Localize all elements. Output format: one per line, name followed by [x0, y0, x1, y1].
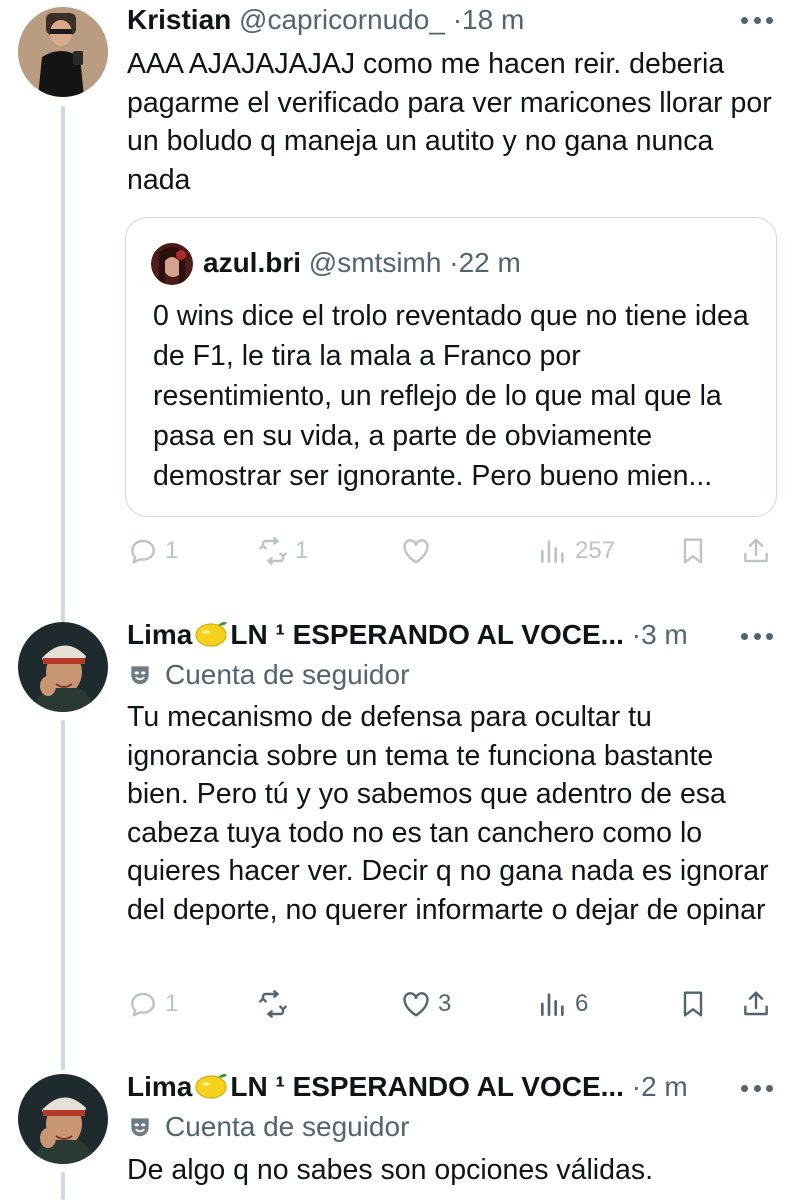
tweet-text: AAA AJAJAJAJAJ como me hacen reir. deber… — [127, 48, 772, 196]
thread-line — [61, 1172, 65, 1200]
retweet-count: 1 — [295, 537, 309, 564]
bookmark-button[interactable] — [677, 531, 709, 571]
share-button[interactable] — [740, 984, 772, 1024]
like-button[interactable]: 3 — [400, 984, 451, 1024]
quote-username: @smtsimh — [308, 247, 442, 278]
retweet-button[interactable]: 1 — [257, 531, 308, 571]
heart-icon — [403, 992, 429, 1017]
more-icon[interactable] — [741, 630, 773, 642]
badge-label: Cuenta de seguidor — [165, 659, 410, 690]
views-icon — [541, 993, 564, 1016]
reply-button[interactable]: 1 — [127, 984, 178, 1024]
tweet-header: Kristian @capricornudo_ ·18 m — [127, 2, 524, 38]
tweet-text: Tu mecanismo de defensa para ocultar tu … — [127, 701, 769, 926]
retweet-button[interactable] — [257, 984, 295, 1024]
avatar[interactable] — [18, 622, 108, 712]
quote-display-name: azul.bri — [203, 247, 302, 278]
views-button[interactable]: 6 — [537, 984, 588, 1024]
retweet-icon — [259, 990, 287, 1018]
reply-icon — [131, 992, 155, 1017]
share-icon — [744, 991, 768, 1016]
timestamp[interactable]: 18 m — [462, 4, 524, 35]
follower-badge: Cuenta de seguidor — [127, 1111, 409, 1143]
mask-icon — [131, 1118, 149, 1137]
views-button[interactable]: 257 — [537, 531, 615, 571]
retweet-icon — [259, 537, 287, 565]
like-count: 3 — [438, 990, 452, 1017]
quote-header: azul.bri @smtsimh ·22 m — [203, 245, 521, 281]
thread-line — [61, 720, 65, 1070]
share-icon — [744, 538, 768, 563]
separator: · — [631, 619, 642, 650]
more-icon[interactable] — [741, 14, 773, 26]
like-button[interactable] — [400, 531, 438, 571]
views-count: 6 — [575, 990, 589, 1017]
lemon-emoji — [195, 621, 228, 647]
separator: · — [452, 4, 463, 35]
views-count: 257 — [575, 537, 616, 564]
quote-avatar[interactable] — [151, 243, 193, 285]
display-name[interactable]: Kristian — [127, 4, 231, 35]
tweet-header: Lima LN ¹ ESPERANDO AL VOCE... ·3 m — [127, 617, 688, 653]
quote-timestamp: 22 m — [458, 247, 521, 278]
reply-count: 1 — [165, 990, 179, 1017]
reply-count: 1 — [165, 537, 179, 564]
reply-button[interactable]: 1 — [127, 531, 178, 571]
username[interactable]: @capricornudo_ — [239, 4, 445, 35]
tweet-actions: 1 1 257 — [127, 531, 772, 571]
quoted-tweet[interactable]: azul.bri @smtsimh ·22 m 0 wins dice el t… — [125, 217, 777, 517]
views-icon — [541, 540, 564, 563]
bookmark-icon — [683, 991, 703, 1017]
tweet-actions: 1 3 6 — [127, 984, 772, 1024]
separator: · — [449, 247, 459, 278]
mask-icon — [131, 666, 149, 685]
thread-line — [61, 106, 65, 622]
more-icon[interactable] — [741, 1082, 773, 1094]
separator: · — [631, 1071, 642, 1102]
lemon-emoji — [195, 1073, 228, 1099]
bookmark-button[interactable] — [677, 984, 709, 1024]
follower-badge: Cuenta de seguidor — [127, 659, 409, 691]
display-name[interactable]: Lima LN ¹ ESPERANDO AL VOCE... — [127, 1071, 624, 1102]
share-button[interactable] — [740, 531, 772, 571]
avatar[interactable] — [18, 7, 108, 97]
badge-label: Cuenta de seguidor — [165, 1111, 410, 1142]
avatar[interactable] — [18, 1074, 108, 1164]
quote-text: 0 wins dice el trolo reventado que no ti… — [153, 300, 749, 492]
reply-icon — [131, 539, 155, 564]
timestamp[interactable]: 3 m — [641, 619, 688, 650]
bookmark-icon — [683, 538, 703, 564]
tweet-header: Lima LN ¹ ESPERANDO AL VOCE... ·2 m — [127, 1069, 688, 1105]
tweet-text: De algo q no sabes son opciones válidas. — [127, 1154, 654, 1186]
display-name[interactable]: Lima LN ¹ ESPERANDO AL VOCE... — [127, 619, 624, 650]
timestamp[interactable]: 2 m — [641, 1071, 688, 1102]
heart-icon — [403, 539, 429, 564]
